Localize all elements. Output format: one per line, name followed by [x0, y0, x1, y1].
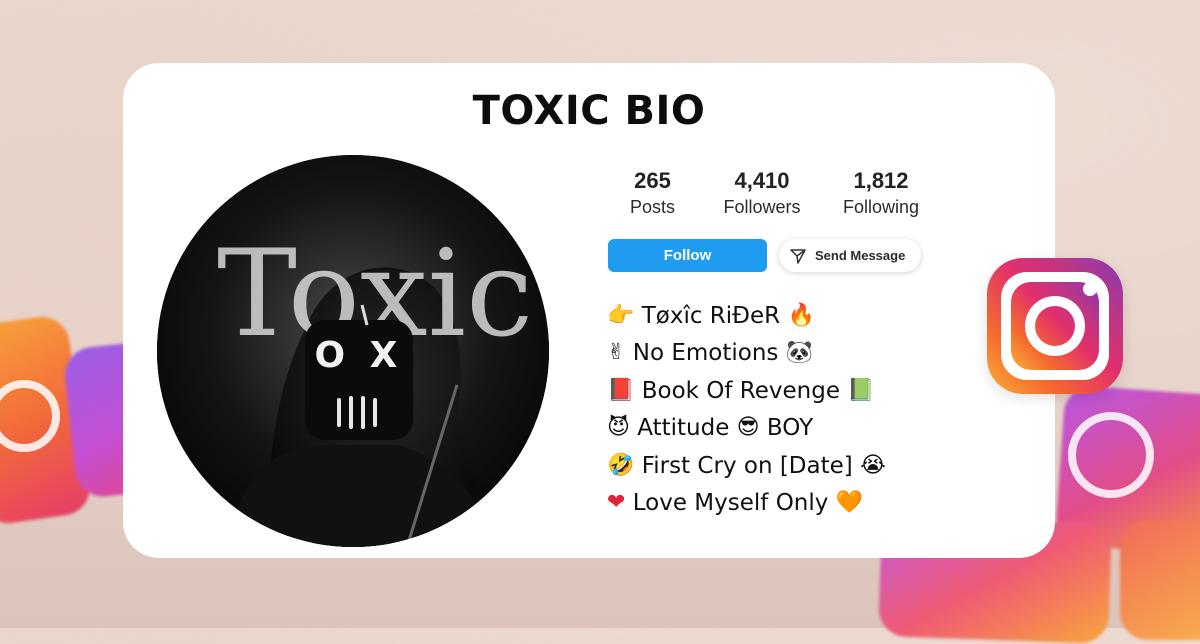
bio-text: First Cry on [Date]: [641, 452, 853, 479]
sunglasses-emoji: 😎: [736, 415, 760, 441]
crying-emoji: 😭: [860, 452, 886, 478]
bio-line: 😈 Attitude 😎 BOY: [607, 410, 1027, 448]
bio-text: Book Of Revenge: [641, 377, 840, 404]
bio-line: 📕 Book Of Revenge 📗: [607, 372, 1027, 410]
page-title: TOXIC BIO: [472, 88, 706, 134]
red-book-emoji: 📕: [607, 377, 635, 403]
hooded-figure-icon: Toxic O X: [157, 155, 549, 547]
victory-hand-emoji: ✌: [607, 340, 626, 366]
background-app-icon: [1120, 520, 1200, 640]
background-ring-icon: [1068, 412, 1154, 498]
red-heart-emoji: ❤: [607, 490, 626, 516]
rofl-emoji: 🤣: [607, 452, 635, 478]
send-message-label: Send Message: [815, 248, 906, 263]
panda-emoji: 🐼: [785, 340, 814, 366]
stat-label: Following: [842, 197, 920, 217]
bio-line: 👉 Tøxîc RiĐeR 🔥: [607, 297, 1027, 335]
devil-emoji: 😈: [607, 415, 630, 441]
pointing-hand-emoji: 👉: [607, 302, 635, 328]
bio-text: BOY: [766, 415, 814, 442]
stat-posts[interactable]: 265 Posts: [620, 168, 685, 218]
bio-text: No Emotions: [632, 340, 779, 367]
bio-line: ✌ No Emotions 🐼: [607, 335, 1027, 373]
stat-value: 265: [634, 168, 671, 193]
stat-value: 4,410: [734, 168, 790, 193]
fire-emoji: 🔥: [787, 302, 815, 328]
profile-avatar: Toxic O X: [157, 155, 549, 547]
send-message-button[interactable]: Send Message: [779, 239, 921, 272]
bio-line: ❤ Love Myself Only 🧡: [607, 485, 1027, 523]
mask-text: O X: [315, 335, 404, 376]
stat-followers[interactable]: 4,410 Followers: [712, 168, 812, 218]
stat-label: Posts: [629, 197, 676, 217]
green-book-emoji: 📗: [847, 377, 875, 403]
bio-text: Tøxîc RiĐeR: [641, 302, 781, 329]
stat-following[interactable]: 1,812 Following: [825, 168, 937, 218]
follow-button[interactable]: Follow: [608, 239, 767, 272]
orange-heart-emoji: 🧡: [835, 490, 864, 516]
profile-stats: 265 Posts 4,410 Followers 1,812 Followin…: [600, 168, 940, 228]
stat-label: Followers: [723, 197, 801, 217]
send-icon: [787, 245, 809, 267]
bio-text: Attitude: [637, 415, 730, 442]
instagram-logo-icon: [987, 258, 1123, 394]
bio-text: Love Myself Only: [632, 490, 829, 517]
bio-list: 👉 Tøxîc RiĐeR 🔥 ✌ No Emotions 🐼 📕 Book O…: [607, 297, 1027, 522]
stat-value: 1,812: [853, 168, 909, 193]
bio-line: 🤣 First Cry on [Date] 😭: [607, 447, 1027, 485]
